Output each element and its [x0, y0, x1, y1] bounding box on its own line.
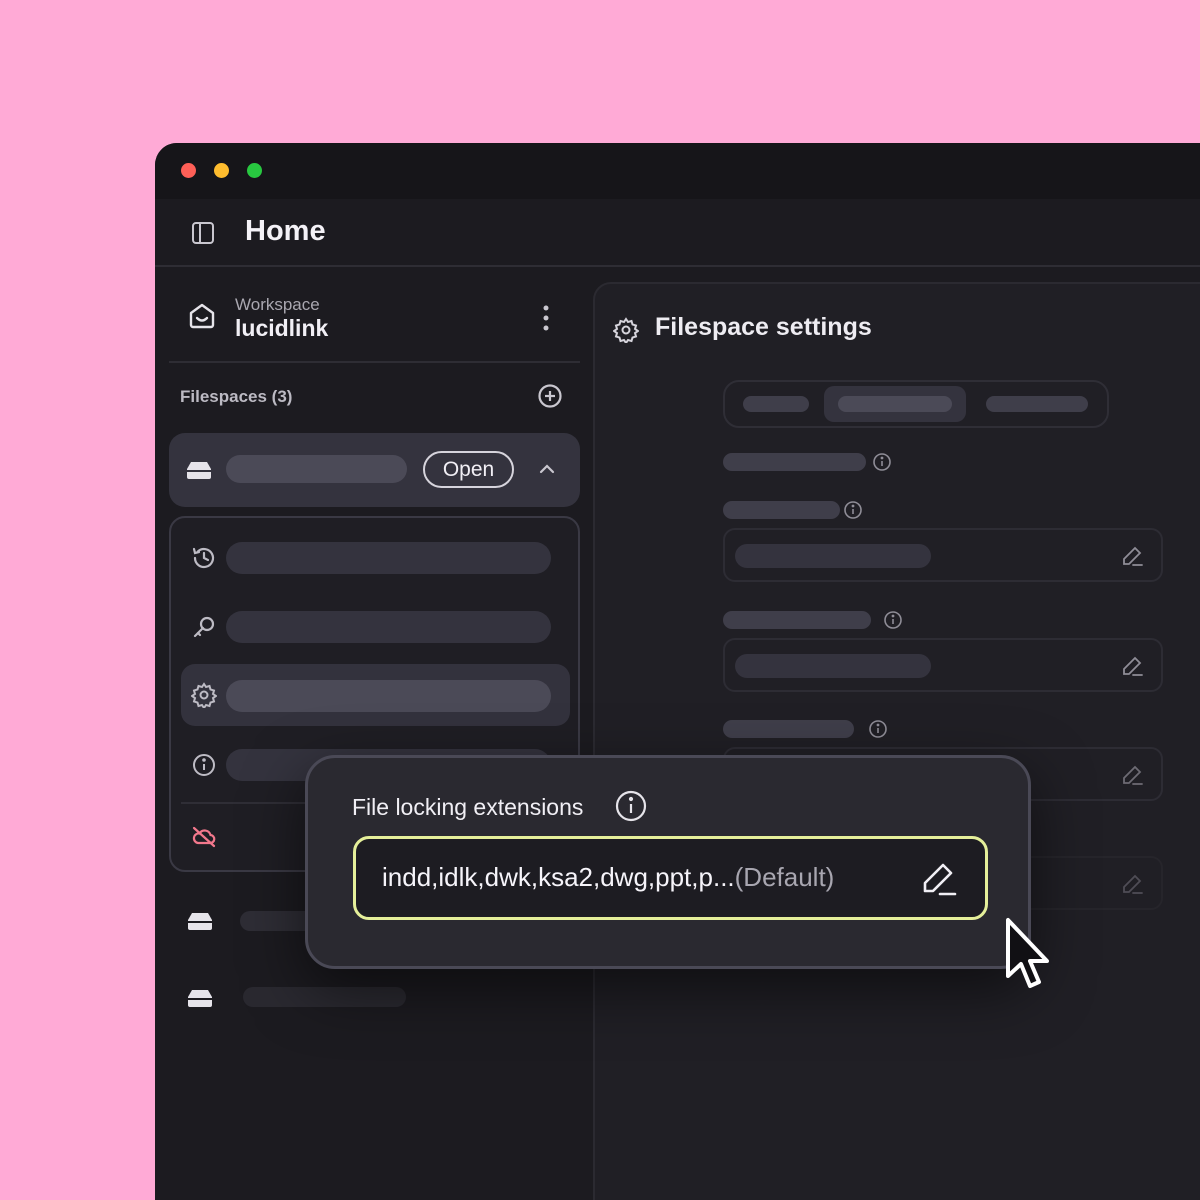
setting-label-placeholder — [723, 453, 866, 471]
gear-icon[interactable] — [191, 682, 217, 708]
page-title: Home — [245, 215, 326, 247]
open-filespace-button[interactable]: Open — [423, 451, 514, 488]
add-circle-icon[interactable] — [537, 383, 563, 409]
pencil-icon[interactable] — [1120, 654, 1144, 678]
info-icon[interactable] — [843, 500, 863, 520]
menu-item-placeholder[interactable] — [226, 611, 551, 643]
pencil-icon[interactable] — [918, 859, 958, 899]
workspace-switcher[interactable]: Workspace lucidlink — [169, 287, 580, 363]
tab-placeholder[interactable] — [743, 396, 809, 412]
extensions-value: indd,idlk,dwk,ksa2,dwg,ppt,p... — [382, 862, 735, 892]
home-icon — [189, 303, 215, 329]
tab-placeholder — [838, 396, 952, 412]
filespace-name-placeholder[interactable] — [243, 987, 406, 1007]
filespace-item-active[interactable]: Open — [169, 433, 580, 507]
minimize-window-button[interactable] — [214, 163, 229, 178]
info-icon[interactable] — [868, 719, 888, 739]
workspace-name: lucidlink — [235, 315, 329, 341]
info-icon[interactable] — [191, 752, 217, 778]
drive-icon[interactable] — [187, 988, 213, 1008]
app-header: Home — [155, 199, 1200, 267]
drive-icon — [187, 462, 211, 479]
file-locking-extensions-input[interactable]: indd,idlk,dwk,ksa2,dwg,ppt,p...(Default) — [353, 836, 988, 920]
sidebar: Workspace lucidlink Filespaces (3) Open — [155, 267, 595, 1200]
filespaces-header: Filespaces (3) — [180, 387, 293, 406]
setting-label-placeholder — [723, 611, 871, 629]
filespace-name-placeholder — [226, 455, 407, 483]
workspace-label: Workspace — [235, 295, 320, 314]
file-locking-popover: File locking extensions indd,idlk,dwk,ks… — [305, 755, 1031, 969]
menu-item-placeholder — [226, 680, 551, 712]
chevron-up-icon[interactable] — [537, 459, 557, 479]
close-window-button[interactable] — [181, 163, 196, 178]
file-locking-label: File locking extensions — [352, 794, 584, 820]
zoom-window-button[interactable] — [247, 163, 262, 178]
mouse-cursor-icon — [1006, 918, 1049, 988]
title-bar — [155, 143, 1200, 199]
field-value-placeholder — [735, 654, 931, 678]
setting-label-placeholder — [723, 501, 840, 519]
default-tag: (Default) — [734, 862, 835, 892]
segmented-control — [723, 380, 1109, 428]
file-locking-value: indd,idlk,dwk,ksa2,dwg,ppt,p...(Default) — [382, 862, 834, 893]
menu-item-placeholder[interactable] — [226, 542, 551, 574]
gear-icon — [613, 317, 639, 343]
field-value-placeholder — [735, 544, 931, 568]
setting-field[interactable] — [723, 638, 1163, 692]
pencil-icon[interactable] — [1120, 763, 1144, 787]
setting-label-placeholder — [723, 720, 854, 738]
app-window: Home Workspace lucidlink Filespaces (3) … — [155, 143, 1200, 1200]
sidebar-toggle-icon[interactable] — [191, 221, 215, 245]
panel-title: Filespace settings — [655, 313, 872, 341]
key-icon[interactable] — [191, 614, 217, 640]
history-icon[interactable] — [191, 545, 217, 571]
info-icon[interactable] — [614, 789, 648, 823]
pencil-icon[interactable] — [1120, 544, 1144, 568]
setting-field[interactable] — [723, 528, 1163, 582]
cloud-off-icon[interactable] — [191, 824, 217, 850]
filespace-settings-panel: Filespace settings — [593, 282, 1200, 1200]
drive-icon[interactable] — [187, 911, 213, 931]
info-icon[interactable] — [883, 610, 903, 630]
kebab-menu-icon[interactable] — [535, 303, 557, 333]
info-icon[interactable] — [872, 452, 892, 472]
tab-placeholder[interactable] — [986, 396, 1088, 412]
pencil-icon[interactable] — [1120, 872, 1144, 896]
